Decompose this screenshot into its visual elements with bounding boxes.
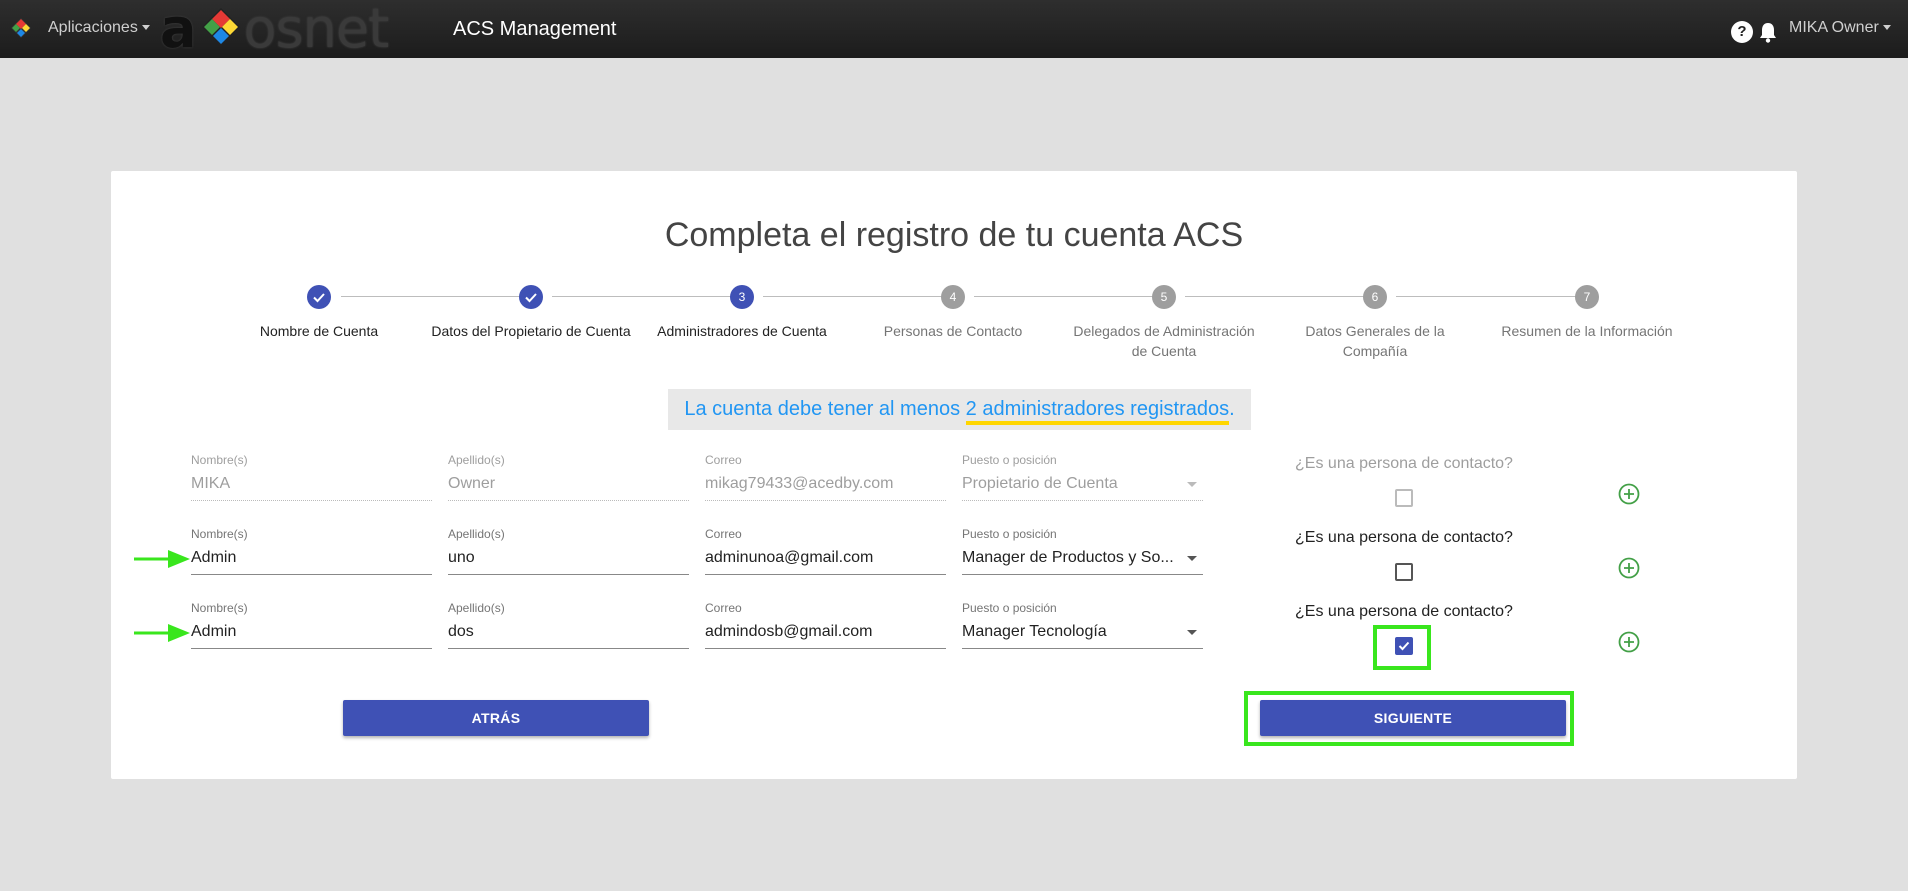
bell-icon[interactable] [1757, 20, 1779, 44]
contact-question: ¿Es una persona de contacto? [1295, 603, 1513, 620]
position-select[interactable]: Puesto o posición Manager Tecnología [962, 601, 1203, 649]
step-resumen: 7 Resumen de la Información [1487, 285, 1687, 341]
step-label: Personas de Contacto [883, 323, 1023, 339]
contact-checkbox[interactable] [1395, 563, 1413, 581]
dropdown-arrow-icon [1187, 482, 1197, 487]
step-nombre-de-cuenta: Nombre de Cuenta [219, 285, 419, 341]
position-value: Propietario de Cuenta [962, 475, 1118, 492]
check-icon [519, 285, 543, 309]
position-value-wrap: Propietario de Cuenta [962, 469, 1203, 501]
first-name-field[interactable]: Nombre(s) Admin [191, 601, 432, 649]
last-name-value: Owner [448, 469, 689, 501]
notice-prefix: La cuenta debe tener al menos [684, 398, 966, 420]
position-value: Manager de Productos y So... [962, 549, 1174, 566]
help-icon[interactable]: ? [1731, 21, 1753, 43]
chevron-down-icon [1882, 25, 1891, 31]
step-administradores: 3 Administradores de Cuenta [642, 285, 842, 341]
add-circle-icon[interactable] [1618, 557, 1640, 579]
step-label: Datos del Propietario de Cuenta [431, 323, 631, 339]
contact-question: ¿Es una persona de contacto? [1295, 455, 1513, 472]
step-label: Nombre de Cuenta [259, 323, 379, 339]
step-number: 5 [1152, 285, 1176, 309]
field-label: Nombre(s) [191, 527, 248, 541]
step-label: Delegados de Administración de Cuenta [1073, 323, 1255, 359]
top-bar: Aplicaciones a osnet ACS Management ? MIK… [0, 0, 1908, 58]
position-value: Manager Tecnología [962, 623, 1107, 640]
first-name-input[interactable]: Admin [191, 617, 432, 649]
brand-logo: a osnet [160, 0, 389, 60]
field-label: Apellido(s) [448, 601, 505, 615]
position-select: Puesto o posición Propietario de Cuenta [962, 453, 1203, 501]
step-datos-propietario: Datos del Propietario de Cuenta [431, 285, 631, 341]
brand-logo-left: a [160, 0, 196, 60]
first-name-input[interactable]: Admin [191, 543, 432, 575]
notice-suffix: . [1229, 398, 1235, 420]
brand-mark-icon [202, 8, 240, 46]
registration-card: Completa el registro de tu cuenta ACS No… [111, 171, 1797, 779]
email-field[interactable]: Correo adminunoa@gmail.com [705, 527, 946, 575]
email-field[interactable]: Correo admindosb@gmail.com [705, 601, 946, 649]
page-title: Completa el registro de tu cuenta ACS [664, 216, 1244, 254]
brand-logo-right: osnet [243, 0, 389, 60]
step-datos-generales: 6 Datos Generales de la Compañía [1275, 285, 1475, 361]
chevron-down-icon [141, 25, 150, 31]
step-number: 6 [1363, 285, 1387, 309]
last-name-field: Apellido(s) Owner [448, 453, 689, 501]
step-number: 7 [1575, 285, 1599, 309]
notice-highlight: 2 administradores registrados [965, 398, 1230, 425]
user-menu[interactable]: MIKA Owner [1789, 19, 1891, 37]
first-name-value: MIKA [191, 469, 432, 501]
annotation-highlight-box [1373, 625, 1431, 670]
step-number: 3 [730, 285, 754, 309]
apps-menu[interactable]: Aplicaciones [48, 19, 150, 37]
last-name-input[interactable]: dos [448, 617, 689, 649]
field-label: Correo [705, 453, 742, 467]
annotation-highlight-box [1244, 691, 1574, 746]
field-label: Nombre(s) [191, 453, 248, 467]
position-select-value[interactable]: Manager de Productos y So... [962, 543, 1203, 575]
field-label: Puesto o posición [962, 527, 1057, 541]
field-label: Apellido(s) [448, 453, 505, 467]
add-circle-icon[interactable] [1618, 631, 1640, 653]
apps-menu-label: Aplicaciones [48, 19, 138, 36]
field-label: Apellido(s) [448, 527, 505, 541]
field-label: Correo [705, 527, 742, 541]
last-name-field[interactable]: Apellido(s) dos [448, 601, 689, 649]
email-input[interactable]: admindosb@gmail.com [705, 617, 946, 649]
back-button[interactable]: ATRÁS [343, 700, 649, 736]
email-field: Correo mikag79433@acedby.com [705, 453, 946, 501]
check-icon [307, 285, 331, 309]
contact-question: ¿Es una persona de contacto? [1295, 529, 1513, 546]
first-name-field: Nombre(s) MIKA [191, 453, 432, 501]
field-label: Correo [705, 601, 742, 615]
annotation-arrow-icon [134, 550, 190, 568]
position-select-value[interactable]: Manager Tecnología [962, 617, 1203, 649]
step-number: 4 [941, 285, 965, 309]
first-name-field[interactable]: Nombre(s) Admin [191, 527, 432, 575]
field-label: Puesto o posición [962, 601, 1057, 615]
admin-requirement-notice: La cuenta debe tener al menos 2 administ… [668, 389, 1251, 430]
position-select[interactable]: Puesto o posición Manager de Productos y… [962, 527, 1203, 575]
field-label: Nombre(s) [191, 601, 248, 615]
email-value: mikag79433@acedby.com [705, 469, 946, 501]
step-personas-contacto: 4 Personas de Contacto [853, 285, 1053, 341]
app-logo-icon[interactable] [9, 16, 33, 40]
last-name-field[interactable]: Apellido(s) uno [448, 527, 689, 575]
dropdown-arrow-icon [1187, 630, 1197, 635]
add-circle-icon[interactable] [1618, 483, 1640, 505]
dropdown-arrow-icon [1187, 556, 1197, 561]
app-title: ACS Management [453, 18, 617, 40]
step-label: Datos Generales de la Compañía [1305, 323, 1445, 359]
email-input[interactable]: adminunoa@gmail.com [705, 543, 946, 575]
step-label: Administradores de Cuenta [657, 323, 827, 339]
user-menu-label: MIKA Owner [1789, 19, 1879, 36]
contact-checkbox [1395, 489, 1413, 507]
annotation-arrow-icon [134, 624, 190, 642]
last-name-input[interactable]: uno [448, 543, 689, 575]
step-delegados: 5 Delegados de Administración de Cuenta [1064, 285, 1264, 361]
field-label: Puesto o posición [962, 453, 1057, 467]
step-label: Resumen de la Información [1501, 323, 1673, 339]
